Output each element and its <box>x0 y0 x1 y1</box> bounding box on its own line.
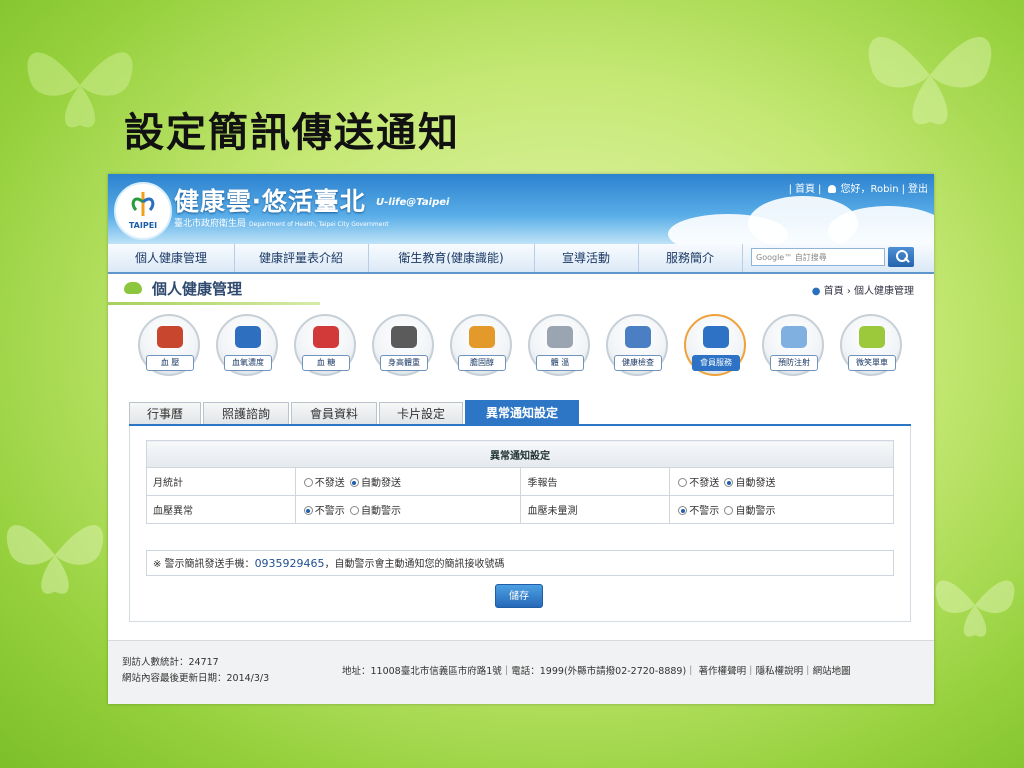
thermometer-icon <box>547 326 573 348</box>
visitor-count: 到訪人數統計：24717 <box>122 657 219 668</box>
home-link[interactable]: 首頁 <box>795 184 815 195</box>
nav-item-assessment[interactable]: 健康評量表介紹 <box>234 244 369 272</box>
feature-glucose[interactable]: 血 糖 <box>294 314 356 376</box>
radio-bp-unmeasured-auto-alert[interactable] <box>724 506 734 515</box>
feature-oximeter[interactable]: 血氧濃度 <box>216 314 278 376</box>
member-service-icon <box>703 326 729 348</box>
label-bp-not-measured: 血壓未量測 <box>520 495 671 524</box>
section-title: 個人健康管理 <box>152 280 243 298</box>
nav-item-personal-health[interactable]: 個人健康管理 <box>108 244 235 272</box>
butterfly-decoration-icon <box>27 52 133 128</box>
table-row: 血壓異常 不警示 自動警示 血壓未量測 不警示 自動警示 <box>146 495 894 524</box>
radio-quarterly-no-send[interactable] <box>678 478 688 487</box>
site-header: TAIPEI 健康雲‧悠活臺北 U-life@Taipei 臺北市政府衛生局 De… <box>108 174 934 256</box>
search-button[interactable] <box>888 247 914 267</box>
tab-alert-settings[interactable]: 異常通知設定 <box>465 400 579 424</box>
site-logo-title[interactable]: 健康雲‧悠活臺北 <box>174 182 366 218</box>
tab-care-consult[interactable]: 照護諮詢 <box>203 402 289 424</box>
logout-link[interactable]: 登出 <box>908 184 928 195</box>
health-check-icon <box>625 326 651 348</box>
monthly-stats-options: 不發送 自動發送 <box>294 467 522 496</box>
glucose-meter-icon <box>313 326 339 348</box>
radio-monthly-no-send[interactable] <box>303 478 313 487</box>
site-footer: 到訪人數統計：24717 網站內容最後更新日期：2014/3/3 地址：1100… <box>108 640 934 704</box>
feature-blood-pressure[interactable]: 血 壓 <box>138 314 200 376</box>
tab-member-info[interactable]: 會員資料 <box>291 402 377 424</box>
butterfly-decoration-icon <box>935 580 1015 637</box>
site-logo-subtitle: 臺北市政府衛生局 Department of Health, Taipei Cit… <box>174 219 389 229</box>
slide-title: 設定簡訊傳送通知 <box>124 110 460 156</box>
oximeter-icon <box>235 326 261 348</box>
label-quarterly-report: 季報告 <box>520 467 671 496</box>
tab-calendar[interactable]: 行事曆 <box>129 402 201 424</box>
vaccine-icon <box>781 326 807 348</box>
section-bar: 個人健康管理 ● 首頁 › 個人健康管理 <box>108 274 934 305</box>
alert-settings-table: 異常通知設定 月統計 不發送 自動發送 季報告 不發送 自動發送 血壓異常 不警… <box>146 440 894 524</box>
bp-abnormal-options: 不警示 自動警示 <box>294 495 522 524</box>
table-header: 異常通知設定 <box>146 440 894 468</box>
feature-height-weight[interactable]: 身高體重 <box>372 314 434 376</box>
last-updated: 網站內容最後更新日期：2014/3/3 <box>122 673 270 684</box>
bp-not-measured-options: 不警示 自動警示 <box>669 495 894 524</box>
cholesterol-icon <box>469 326 495 348</box>
feature-ubike[interactable]: 微笑單車 <box>840 314 902 376</box>
taipei-logo-icon[interactable]: TAIPEI <box>114 182 172 240</box>
breadcrumb-current: 個人健康管理 <box>854 286 914 297</box>
blood-pressure-icon <box>157 326 183 348</box>
sms-phone-note: ※ 警示簡訊發送手機：0935929465，自動警示會主動通知您的簡訊接收號碼 <box>146 550 894 576</box>
nav-item-health-education[interactable]: 衛生教育(健康識能) <box>368 244 535 272</box>
main-nav: 個人健康管理 健康評量表介紹 衛生教育(健康識能) 宣導活動 服務簡介 Goog… <box>108 244 934 274</box>
radio-bp-abnormal-auto-alert[interactable] <box>349 506 359 515</box>
butterfly-decoration-icon <box>6 525 104 594</box>
radio-bp-unmeasured-no-alert[interactable] <box>678 506 688 515</box>
logo-seal-text: TAIPEI <box>128 221 158 230</box>
label-monthly-stats: 月統計 <box>146 467 296 496</box>
breadcrumb: ● 首頁 › 個人健康管理 <box>811 286 914 297</box>
site-logo-english: U-life@Taipei <box>376 197 450 208</box>
sms-phone-number: 0935929465 <box>254 557 325 570</box>
website-screenshot: TAIPEI 健康雲‧悠活臺北 U-life@Taipei 臺北市政府衛生局 De… <box>108 174 934 704</box>
feature-temperature[interactable]: 體 溫 <box>528 314 590 376</box>
cloud-icon <box>124 282 142 294</box>
nav-item-campaigns[interactable]: 宣導活動 <box>534 244 639 272</box>
tab-card-settings[interactable]: 卡片設定 <box>379 402 463 424</box>
ubike-icon <box>859 326 885 348</box>
nav-item-services[interactable]: 服務簡介 <box>638 244 743 272</box>
user-greeting: 您好，Robin <box>840 184 899 195</box>
butterfly-decoration-icon <box>868 36 992 125</box>
radio-quarterly-auto-send[interactable] <box>724 478 734 487</box>
table-row: 月統計 不發送 自動發送 季報告 不發送 自動發送 <box>146 467 894 496</box>
user-icon <box>827 185 836 193</box>
radio-monthly-auto-send[interactable] <box>349 478 359 487</box>
breadcrumb-home[interactable]: 首頁 <box>824 286 844 297</box>
feature-member-service[interactable]: 會員服務 <box>684 314 746 376</box>
quarterly-report-options: 不發送 自動發送 <box>669 467 894 496</box>
feature-health-check[interactable]: 健康檢查 <box>606 314 668 376</box>
feature-icon-row: 血 壓 血氧濃度 血 糖 身高體重 膽固醇 體 溫 健康檢查 會員服務 預防注射… <box>108 314 934 384</box>
label-bp-abnormal: 血壓異常 <box>146 495 296 524</box>
footer-address-links[interactable]: 地址：11008臺北市信義區市府路1號｜電話：1999(外縣市請撥02-2720… <box>342 663 851 677</box>
save-button[interactable]: 儲存 <box>495 584 543 608</box>
top-links: | 首頁 | 您好，Robin | 登出 <box>788 184 928 195</box>
feature-cholesterol[interactable]: 膽固醇 <box>450 314 512 376</box>
scale-icon <box>391 326 417 348</box>
search-input[interactable]: Google™ 自訂搜尋 <box>751 248 885 266</box>
radio-bp-abnormal-no-alert[interactable] <box>303 506 313 515</box>
feature-vaccine[interactable]: 預防注射 <box>762 314 824 376</box>
